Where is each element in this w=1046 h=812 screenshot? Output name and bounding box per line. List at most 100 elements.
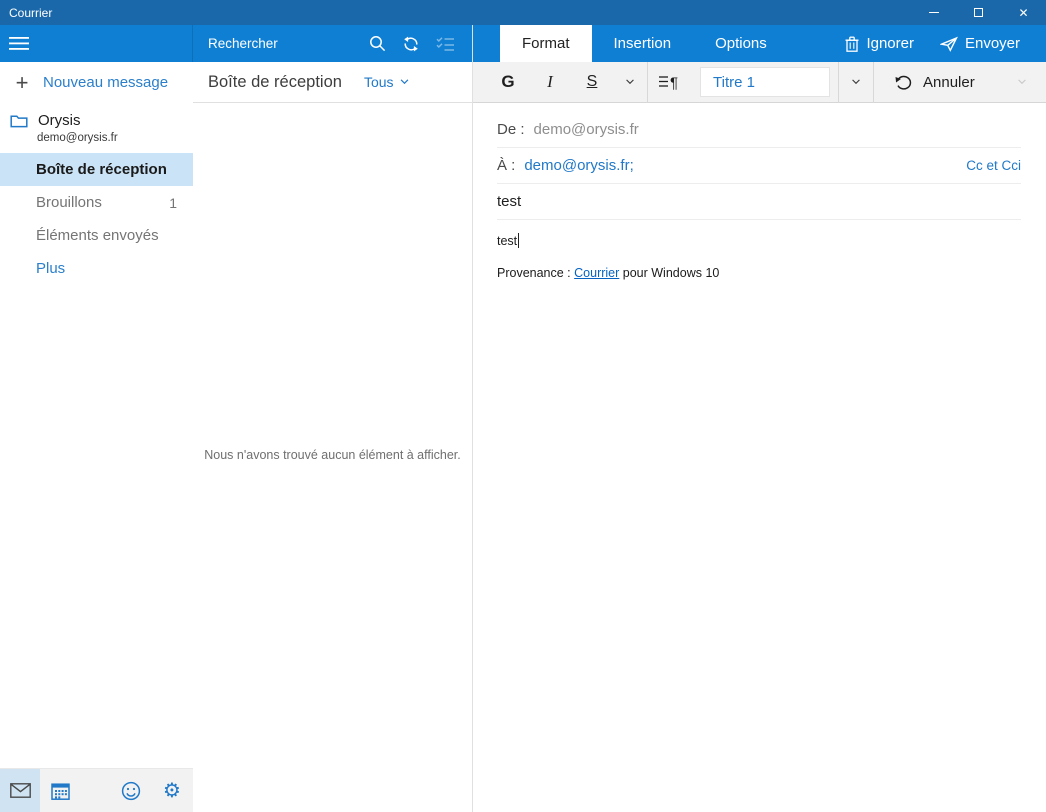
hamburger-icon (9, 36, 29, 51)
compose-actions: Ignorer Envoyer (845, 25, 1046, 62)
discard-button[interactable]: Ignorer (845, 35, 914, 52)
toolbar-separator (873, 62, 874, 103)
sync-button[interactable] (394, 35, 428, 53)
redo-dropdown-disabled (1005, 62, 1039, 102)
select-messages-button[interactable] (428, 36, 462, 51)
tab-format[interactable]: Format (500, 25, 592, 62)
tab-label: Insertion (614, 35, 672, 52)
subject-field[interactable]: test (497, 184, 1021, 220)
search-input[interactable]: Rechercher (208, 36, 360, 51)
sidebar-bottom-dock: ⚙ (0, 768, 193, 812)
courrier-link[interactable]: Courrier (574, 266, 619, 280)
send-icon (940, 36, 958, 52)
underline-button[interactable]: S (571, 62, 613, 102)
send-button[interactable]: Envoyer (940, 35, 1020, 52)
text-cursor (518, 233, 519, 248)
tab-insertion[interactable]: Insertion (592, 25, 694, 62)
from-label: De : (497, 121, 525, 138)
account-email: demo@orysis.fr (37, 132, 183, 144)
filter-label: Tous (364, 74, 394, 90)
chevron-down-icon (400, 79, 409, 85)
signature-suffix: pour Windows 10 (619, 266, 719, 280)
cc-bcc-link[interactable]: Cc et Cci (966, 158, 1021, 173)
maximize-icon (974, 8, 983, 17)
body-text: test (497, 234, 517, 248)
list-title: Boîte de réception (208, 73, 342, 92)
new-message-label: Nouveau message (43, 74, 168, 91)
minimize-button[interactable] (911, 0, 956, 25)
window-title: Courrier (0, 6, 52, 20)
styles-dropdown[interactable] (839, 62, 873, 102)
italic-button[interactable]: I (529, 62, 571, 102)
tab-label: Options (715, 35, 767, 52)
signature-prefix: Provenance : (497, 266, 574, 280)
undo-button[interactable]: Annuler (893, 74, 975, 91)
discard-label: Ignorer (866, 35, 914, 52)
format-toolbar: G I S ¶ Titre 1 (473, 62, 1046, 103)
search-button[interactable] (360, 35, 394, 52)
folder-label: Plus (36, 260, 65, 277)
bold-button[interactable]: G (487, 62, 529, 102)
calendar-icon (51, 782, 70, 800)
calendar-nav-button[interactable] (40, 769, 80, 812)
mail-icon (10, 783, 31, 798)
paragraph-format-button[interactable]: ¶ (648, 62, 690, 102)
title-bar: Courrier ✕ (0, 0, 1046, 25)
folder-label: Brouillons (36, 194, 102, 211)
folder-list: Boîte de réception Brouillons 1 Éléments… (0, 153, 193, 285)
new-message-button[interactable]: + Nouveau message (0, 62, 193, 103)
sidebar: + Nouveau message Orysis demo@orysis.fr … (0, 25, 193, 812)
close-button[interactable]: ✕ (1001, 0, 1046, 25)
sidebar-item-inbox[interactable]: Boîte de réception (0, 153, 193, 186)
from-value: demo@orysis.fr (534, 121, 639, 138)
drafts-count-badge: 1 (169, 195, 177, 211)
window-controls: ✕ (911, 0, 1046, 25)
to-value[interactable]: demo@orysis.fr; (524, 157, 633, 174)
feedback-button[interactable] (111, 769, 151, 812)
trash-icon (845, 36, 859, 52)
subject-value: test (497, 193, 521, 210)
pilcrow-glyph: ¶ (670, 75, 678, 91)
folder-icon (10, 113, 28, 128)
settings-button[interactable]: ⚙ (151, 769, 193, 812)
chevron-down-icon (851, 79, 861, 85)
dock-spacer (80, 769, 111, 812)
sidebar-top-bar (0, 25, 193, 62)
tab-label: Format (522, 35, 570, 52)
signature-line: Provenance : Courrier pour Windows 10 (497, 266, 1021, 280)
sync-icon (402, 35, 420, 53)
mail-nav-button[interactable] (0, 769, 40, 812)
close-icon: ✕ (1018, 7, 1028, 19)
message-body-editor[interactable]: test Provenance : Courrier pour Windows … (473, 220, 1046, 280)
compose-header-fields: De : demo@orysis.fr À : demo@orysis.fr; … (473, 103, 1046, 220)
account-section[interactable]: Orysis demo@orysis.fr (0, 103, 193, 144)
filter-dropdown[interactable]: Tous (364, 74, 409, 90)
tab-options[interactable]: Options (693, 25, 789, 62)
gear-icon: ⚙ (163, 781, 181, 801)
folder-label: Éléments envoyés (36, 227, 159, 244)
chevron-down-icon (625, 79, 635, 85)
search-icon (369, 35, 386, 52)
sidebar-item-drafts[interactable]: Brouillons 1 (0, 186, 193, 219)
style-selector[interactable]: Titre 1 (700, 67, 830, 97)
smiley-icon (121, 781, 141, 801)
search-bar[interactable]: Rechercher (193, 25, 472, 62)
maximize-button[interactable] (956, 0, 1001, 25)
from-field[interactable]: De : demo@orysis.fr (497, 112, 1021, 148)
sidebar-item-more[interactable]: Plus (0, 252, 193, 285)
hamburger-menu-button[interactable] (9, 36, 29, 51)
compose-pane: Format Insertion Options (473, 25, 1046, 812)
to-label: À : (497, 157, 515, 174)
multi-select-icon (436, 36, 455, 51)
empty-list-message: Nous n'avons trouvé aucun élément à affi… (193, 448, 472, 462)
font-options-dropdown[interactable] (613, 62, 647, 102)
list-header: Boîte de réception Tous (193, 62, 472, 103)
plus-icon: + (10, 70, 34, 96)
paragraph-format-icon: ¶ (659, 74, 680, 90)
sidebar-item-sent[interactable]: Éléments envoyés (0, 219, 193, 252)
send-label: Envoyer (965, 35, 1020, 52)
folder-label: Boîte de réception (36, 161, 167, 178)
undo-label: Annuler (923, 74, 975, 91)
minimize-icon (929, 12, 939, 13)
to-field[interactable]: À : demo@orysis.fr; Cc et Cci (497, 148, 1021, 184)
